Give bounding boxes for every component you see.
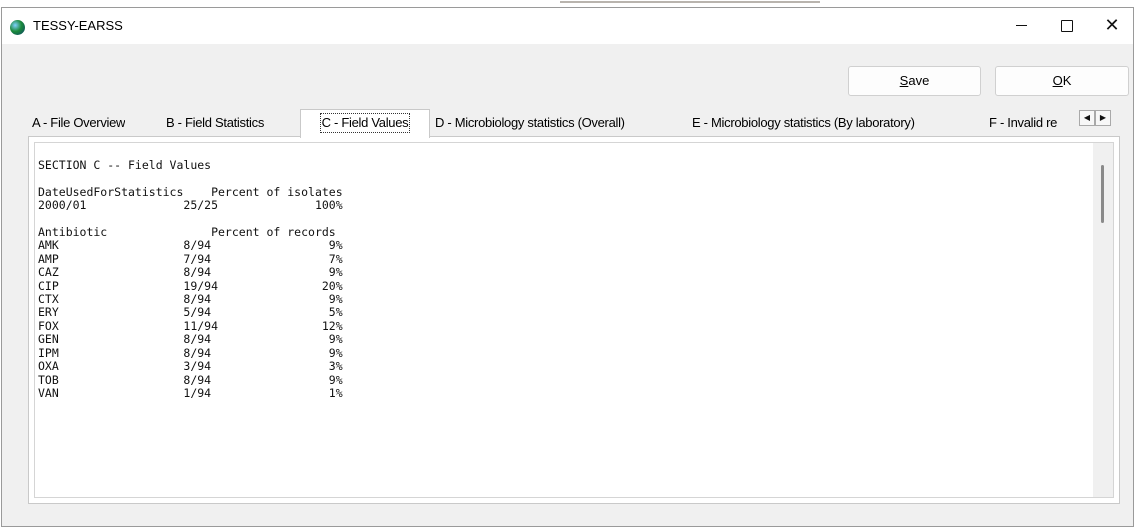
report-text: SECTION C -- Field Values DateUsedForSta…	[38, 158, 343, 400]
report-date-row: 2000/01 25/25 100%	[38, 198, 343, 213]
maximize-icon	[1061, 19, 1073, 32]
window-title: TESSY-EARSS	[33, 18, 123, 33]
report-antibiotic-header: Antibiotic Percent of records	[38, 225, 336, 240]
minimize-icon	[1015, 25, 1027, 27]
report-antibiotic-row: AMK 8/94 9%	[38, 238, 343, 253]
report-antibiotic-row: CAZ 8/94 9%	[38, 265, 343, 280]
report-antibiotic-row: AMP 7/94 7%	[38, 251, 343, 266]
tab-field-values[interactable]: C - Field Values	[300, 109, 430, 138]
ok-button-label: K	[1062, 73, 1072, 88]
maximize-button[interactable]	[1044, 8, 1090, 44]
save-button-label: ave	[908, 73, 930, 88]
background-divider	[560, 1, 820, 3]
tab-strip: A - File Overview B - Field Statistics C…	[2, 109, 1133, 138]
title-bar[interactable]: TESSY-EARSS ✕	[2, 8, 1133, 44]
tab-microbiology-overall[interactable]: D - Microbiology statistics (Overall)	[435, 112, 625, 136]
resize-grip-icon[interactable]	[1121, 514, 1131, 524]
report-antibiotic-row: ERY 5/94 5%	[38, 305, 343, 320]
tab-file-overview[interactable]: A - File Overview	[32, 112, 125, 136]
chevron-right-icon: ▶	[1099, 113, 1107, 122]
report-antibiotic-row: CTX 8/94 9%	[38, 292, 343, 307]
chevron-left-icon: ◀	[1083, 113, 1091, 122]
report-antibiotic-row: CIP 19/94 20%	[38, 278, 343, 293]
tab-label: D - Microbiology statistics (Overall)	[435, 115, 625, 130]
report-antibiotic-row: GEN 8/94 9%	[38, 332, 343, 347]
ok-button-accelerator: O	[1052, 73, 1063, 88]
ok-button[interactable]: OK	[995, 66, 1129, 96]
tab-microbiology-by-laboratory[interactable]: E - Microbiology statistics (By laborato…	[692, 112, 915, 136]
globe-icon	[10, 20, 25, 35]
report-antibiotic-row: OXA 3/94 3%	[38, 359, 343, 374]
report-antibiotic-row: FOX 11/94 12%	[38, 318, 343, 333]
tab-label: F - Invalid re	[989, 115, 1058, 130]
tab-invalid-records[interactable]: F - Invalid re	[989, 112, 1079, 136]
report-textbox[interactable]: SECTION C -- Field Values DateUsedForSta…	[34, 142, 1114, 498]
save-button[interactable]: Save	[848, 66, 981, 96]
report-section-title: SECTION C -- Field Values	[38, 158, 212, 172]
tab-scroll-left-button[interactable]: ◀	[1079, 110, 1095, 126]
tab-scroll-right-button[interactable]: ▶	[1095, 110, 1111, 126]
minimize-button[interactable]	[998, 8, 1044, 44]
vertical-scrollbar[interactable]	[1093, 143, 1113, 497]
report-antibiotic-row: VAN 1/94 1%	[38, 385, 343, 400]
tab-label: B - Field Statistics	[166, 115, 265, 130]
tab-label: E - Microbiology statistics (By laborato…	[692, 115, 915, 130]
report-antibiotic-row: IPM 8/94 9%	[38, 345, 343, 360]
close-icon: ✕	[1104, 15, 1120, 36]
background-window-fragment	[0, 0, 1134, 7]
report-date-header: DateUsedForStatistics Percent of isolate…	[38, 184, 343, 199]
tab-field-statistics[interactable]: B - Field Statistics	[166, 112, 264, 136]
report-antibiotic-row: TOB 8/94 9%	[38, 372, 343, 387]
close-button[interactable]: ✕	[1089, 8, 1134, 44]
app-window: TESSY-EARSS ✕ Save OK A - File Overview …	[1, 7, 1134, 527]
scrollbar-thumb[interactable]	[1101, 165, 1104, 223]
tab-label: C - Field Values	[319, 113, 411, 133]
tab-panel-field-values: SECTION C -- Field Values DateUsedForSta…	[28, 136, 1120, 504]
tab-label: A - File Overview	[32, 115, 126, 130]
